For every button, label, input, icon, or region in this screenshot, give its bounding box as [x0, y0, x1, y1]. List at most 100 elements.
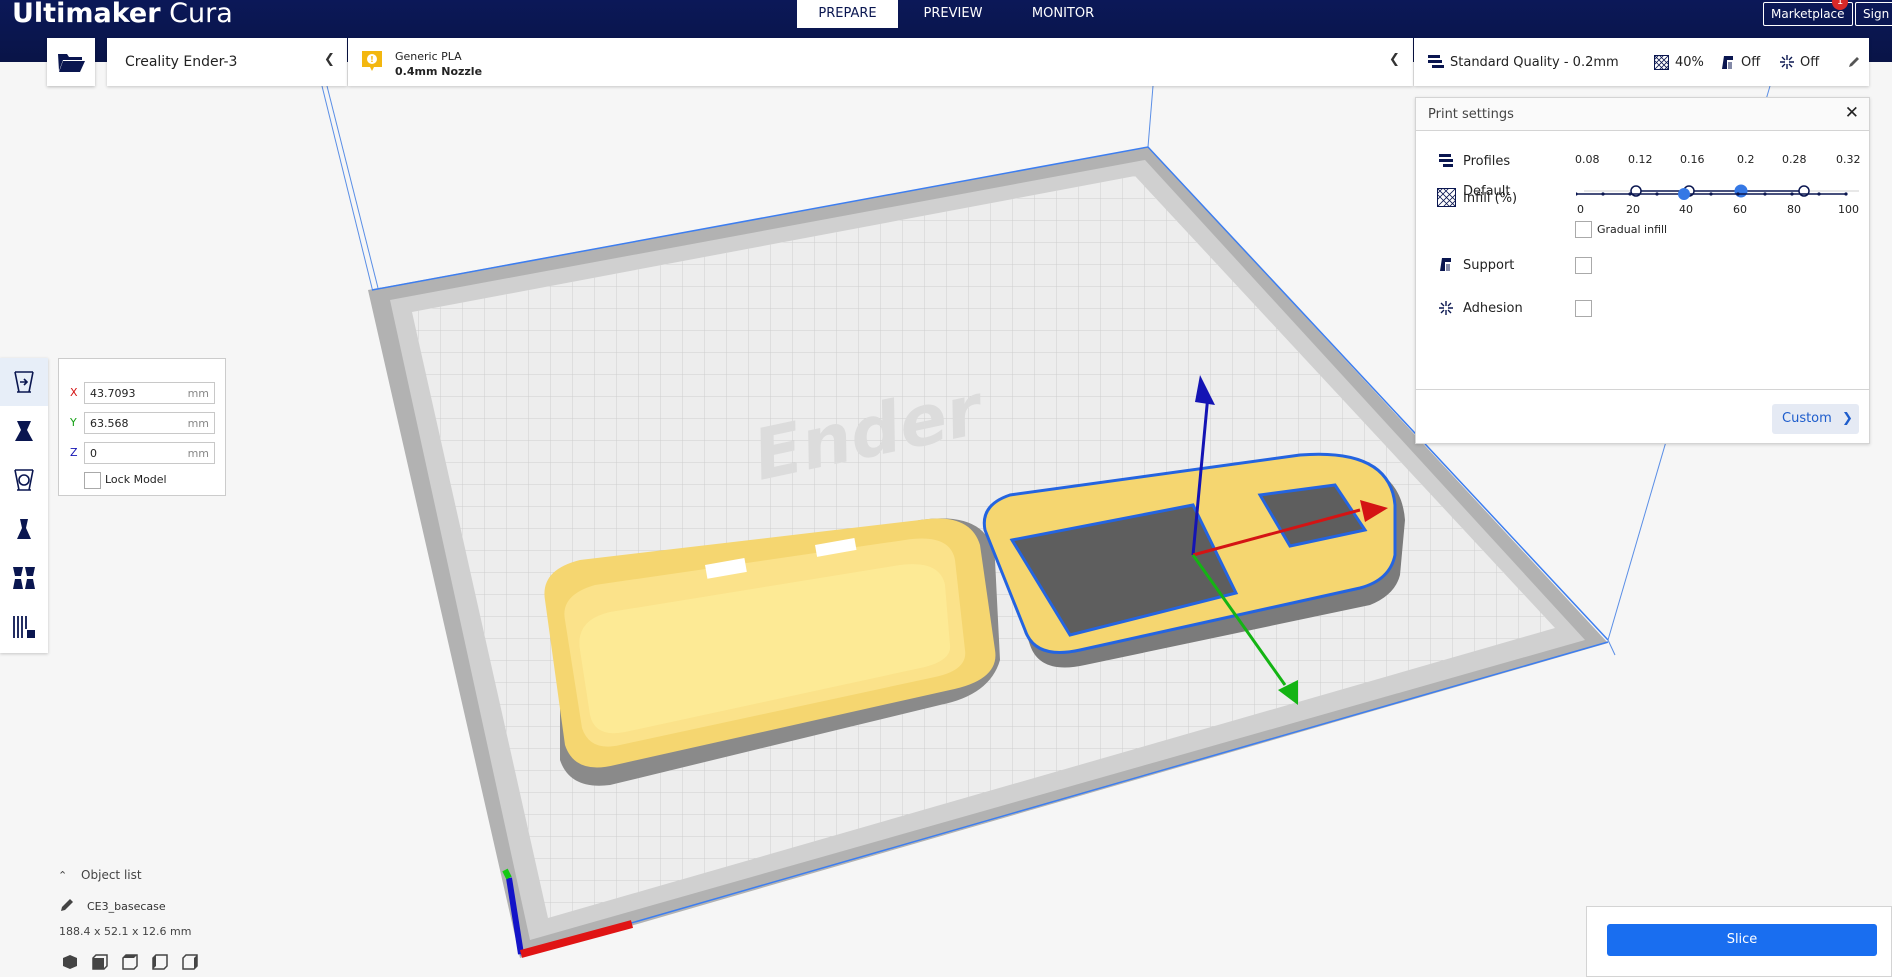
- support-summary[interactable]: Off: [1721, 38, 1760, 86]
- support-blocker-button[interactable]: [0, 603, 48, 651]
- adhesion-summary[interactable]: Off: [1780, 38, 1819, 86]
- view-left-icon[interactable]: [152, 954, 182, 972]
- adhesion-label: Adhesion: [1463, 301, 1523, 316]
- chevron-left-icon: ❮: [324, 52, 335, 67]
- infill-icon: [1654, 54, 1669, 70]
- adhesion-icon: [1780, 55, 1794, 69]
- infill-tick: 100: [1838, 203, 1859, 216]
- adhesion-checkbox[interactable]: [1575, 300, 1592, 317]
- layer-height-tick: 0.2: [1737, 153, 1755, 166]
- object-list-toggle[interactable]: ⌃ Object list: [58, 868, 142, 882]
- custom-settings-button[interactable]: Custom ❯: [1772, 404, 1859, 434]
- infill-tick: 20: [1626, 203, 1640, 216]
- warning-badge-icon: !: [362, 51, 382, 71]
- svg-text:!: !: [370, 55, 374, 64]
- mirror-tool-button[interactable]: [0, 505, 48, 553]
- z-value: 0: [90, 447, 97, 460]
- y-axis-label: Y: [70, 416, 77, 429]
- infill-summary[interactable]: 40%: [1654, 38, 1704, 86]
- chevron-right-icon: ❯: [1841, 411, 1853, 426]
- per-model-settings-icon: [13, 567, 35, 589]
- support-icon: [1722, 55, 1733, 69]
- infill-tick: 60: [1733, 203, 1747, 216]
- view-right-icon[interactable]: [182, 954, 212, 972]
- gradual-infill-checkbox[interactable]: [1575, 221, 1592, 238]
- move-tool-panel: X 43.7093 mm Y 63.568 mm Z 0 mm Lock Mod…: [58, 358, 226, 496]
- scale-tool-button[interactable]: [0, 407, 48, 455]
- x-value: 43.7093: [90, 387, 136, 400]
- object-list-label: Object list: [81, 868, 142, 882]
- unit-label: mm: [187, 387, 209, 400]
- scale-icon: [15, 421, 33, 441]
- tab-monitor[interactable]: MONITOR: [1008, 0, 1118, 28]
- app-logo: Ultimaker Cura: [12, 0, 233, 29]
- lock-model-checkbox[interactable]: [84, 472, 101, 489]
- infill-slider-handle: [1678, 188, 1690, 200]
- y-position-input[interactable]: 63.568 mm: [84, 412, 215, 434]
- panel-title: Print settings: [1428, 107, 1514, 122]
- unit-label: mm: [187, 417, 209, 430]
- panel-header: Print settings ✕: [1416, 98, 1869, 131]
- tab-prepare[interactable]: PREPARE: [797, 0, 898, 28]
- layer-height-tick: 0.12: [1628, 153, 1653, 166]
- infill-tick: 40: [1679, 203, 1693, 216]
- pencil-icon[interactable]: [60, 898, 74, 912]
- infill-tick: 80: [1787, 203, 1801, 216]
- slice-panel: Slice: [1586, 906, 1892, 977]
- cura-window: Ender Ultimaker Cura PREPARE PREVIEW MON…: [0, 0, 1892, 977]
- sign-in-button[interactable]: Sign in: [1855, 2, 1892, 26]
- quality-summary[interactable]: Standard Quality - 0.2mm: [1428, 38, 1619, 86]
- infill-pattern-icon: [1437, 188, 1456, 207]
- slice-button[interactable]: Slice: [1607, 924, 1877, 956]
- layer-height-tick: 0.16: [1680, 153, 1705, 166]
- pencil-icon: [1849, 57, 1859, 67]
- support-label: Support: [1463, 258, 1515, 273]
- layer-height-tick: 0.32: [1836, 153, 1861, 166]
- print-settings-summary[interactable]: Standard Quality - 0.2mm 40% Off Off: [1414, 38, 1869, 86]
- print-settings-panel: Print settings ✕ Profiles Default 0.08 0…: [1415, 97, 1870, 444]
- nozzle-size: 0.4mm Nozzle: [395, 65, 483, 78]
- lock-model-label: Lock Model: [105, 473, 167, 486]
- per-model-settings-button[interactable]: [0, 554, 48, 602]
- gradual-infill-label: Gradual infill: [1597, 223, 1668, 236]
- infill-slider[interactable]: [1576, 184, 1851, 204]
- infill-tick: 0: [1577, 203, 1584, 216]
- move-tool-button[interactable]: [0, 358, 48, 406]
- object-dimensions: 188.4 x 52.1 x 12.6 mm: [59, 925, 192, 938]
- y-value: 63.568: [90, 417, 129, 430]
- custom-label: Custom: [1782, 411, 1832, 426]
- x-position-input[interactable]: 43.7093 mm: [84, 382, 215, 404]
- view-top-icon[interactable]: [122, 954, 152, 972]
- support-checkbox[interactable]: [1575, 257, 1592, 274]
- rotate-icon: [14, 469, 34, 491]
- unit-label: mm: [187, 447, 209, 460]
- support-blocker-icon: [13, 616, 35, 638]
- x-axis-label: X: [70, 386, 78, 399]
- printer-selector[interactable]: Creality Ender-3 ❮: [107, 38, 347, 86]
- z-position-input[interactable]: 0 mm: [84, 442, 215, 464]
- profiles-icon: [1439, 154, 1453, 167]
- mirror-icon: [17, 519, 31, 539]
- stage-tabs: PREPARE PREVIEW MONITOR: [797, 0, 1118, 28]
- open-file-button[interactable]: [47, 38, 95, 86]
- layer-height-tick: 0.08: [1575, 153, 1600, 166]
- chevron-up-icon: ⌃: [58, 869, 68, 882]
- rotate-tool-button[interactable]: [0, 456, 48, 504]
- layer-height-tick: 0.28: [1782, 153, 1807, 166]
- material-selector[interactable]: ! Generic PLA 0.4mm Nozzle ❮: [348, 38, 1413, 86]
- folder-icon: [58, 54, 85, 72]
- divider: [1416, 389, 1869, 390]
- view-front-icon[interactable]: [92, 954, 122, 972]
- infill-label: Infill (%): [1463, 191, 1518, 206]
- tab-preview[interactable]: PREVIEW: [898, 0, 1008, 28]
- view-3d-icon[interactable]: [62, 954, 92, 972]
- edit-settings-button[interactable]: [1848, 38, 1866, 86]
- close-icon[interactable]: ✕: [1845, 103, 1859, 123]
- profiles-label: Profiles: [1463, 154, 1511, 169]
- tool-toolbar: [0, 358, 48, 653]
- printer-name: Creality Ender-3: [125, 54, 238, 70]
- object-name: CE3_basecase: [87, 900, 166, 913]
- support-icon: [1440, 258, 1451, 271]
- quality-icon: [1428, 55, 1444, 68]
- move-icon: [14, 371, 34, 393]
